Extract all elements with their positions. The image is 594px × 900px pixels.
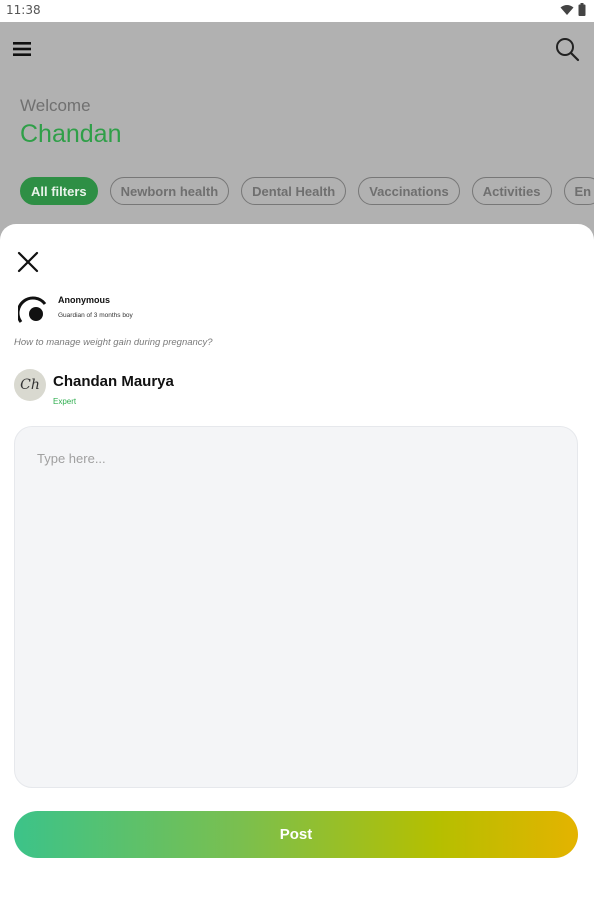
answer-bottom-sheet: Anonymous Guardian of 3 months boy How t… <box>0 224 594 900</box>
menu-icon[interactable] <box>12 40 34 58</box>
asker-subtitle: Guardian of 3 months boy <box>58 312 133 319</box>
anonymous-avatar-icon <box>18 296 47 323</box>
post-button[interactable]: Post <box>14 811 578 858</box>
question-text: How to manage weight gain during pregnan… <box>14 337 213 348</box>
filter-chip-newborn-health[interactable]: Newborn health <box>109 177 230 205</box>
expert-badge: Expert <box>53 397 77 406</box>
status-time: 11:38 <box>6 3 41 17</box>
asker-name: Anonymous <box>58 295 111 305</box>
search-icon[interactable] <box>554 36 580 62</box>
expert-name: Chandan Maurya <box>53 373 174 390</box>
wifi-icon <box>560 4 574 15</box>
filter-chip-dental-health[interactable]: Dental Health <box>241 177 347 205</box>
filter-chip-activities[interactable]: Activities <box>471 177 552 205</box>
battery-icon <box>578 3 586 16</box>
user-name: Chandan <box>20 120 122 148</box>
status-bar: 11:38 <box>0 0 594 22</box>
filter-chip-partial[interactable]: En <box>563 177 594 205</box>
status-icons <box>560 3 586 16</box>
welcome-label: Welcome <box>20 96 91 115</box>
filter-chip-all[interactable]: All filters <box>20 177 98 205</box>
filter-chips: All filters Newborn health Dental Health… <box>20 177 594 205</box>
close-icon[interactable] <box>16 250 40 274</box>
filter-chip-vaccinations[interactable]: Vaccinations <box>358 177 460 205</box>
expert-avatar: Ch <box>14 369 46 401</box>
answer-input[interactable] <box>14 426 578 788</box>
